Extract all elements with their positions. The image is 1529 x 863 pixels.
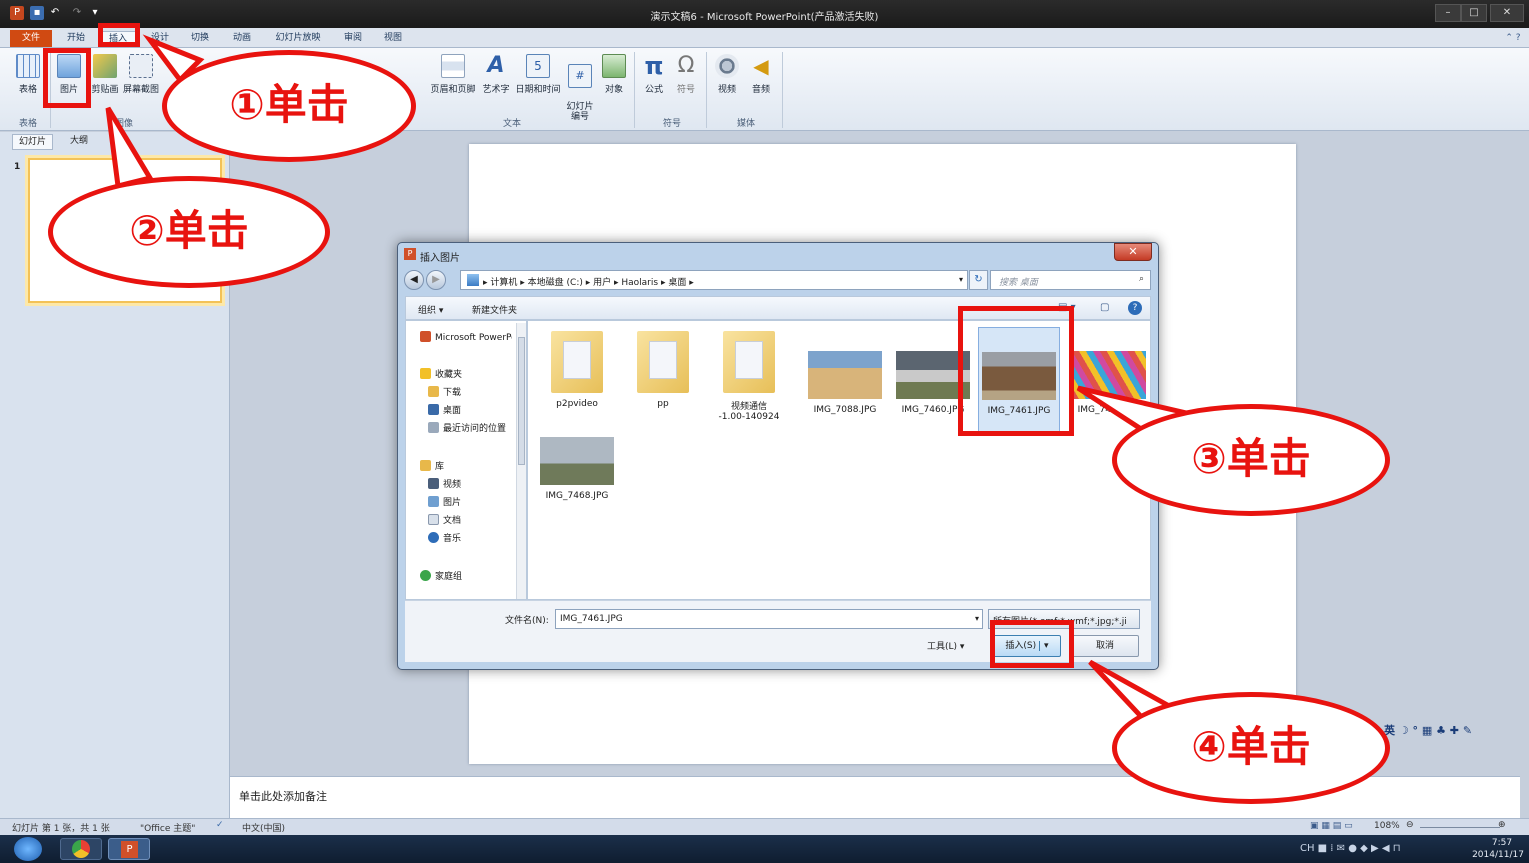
highlight-insert-button xyxy=(990,620,1074,668)
highlight-selected-file xyxy=(958,306,1074,436)
annotation-step-4: ④单击 xyxy=(1112,692,1390,804)
annotation-step-2: ②单击 xyxy=(48,176,330,288)
annotation-tail xyxy=(105,106,154,190)
annotation-step-1: ①单击 xyxy=(162,50,416,162)
highlight-insert-tab xyxy=(98,23,140,47)
annotation-step-3: ③单击 xyxy=(1112,404,1390,516)
highlight-picture-button xyxy=(43,48,91,108)
